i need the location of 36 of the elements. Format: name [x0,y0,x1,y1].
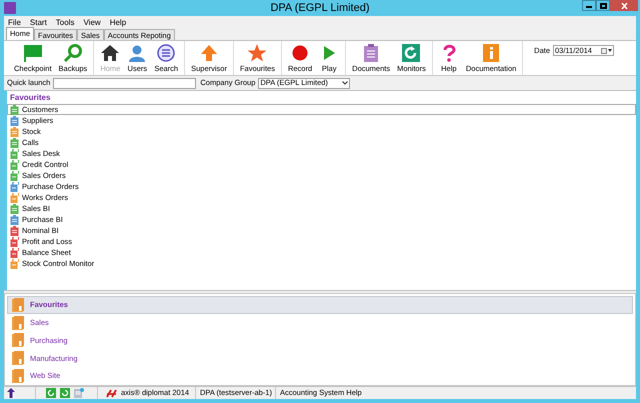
user-icon [127,44,148,62]
close-icon [620,2,628,8]
dropdown-icon [608,49,612,52]
logo-icon [106,388,117,398]
up-arrow-icon[interactable] [7,388,15,398]
info-book-icon [481,44,502,62]
menu-item[interactable]: Help [110,16,126,28]
app-logo-icon [4,2,16,14]
minimize-button[interactable] [582,0,596,11]
refresh-icon[interactable] [46,388,56,398]
favourites-heading: Favourites [9,92,52,104]
folder-icon [12,369,24,384]
chevron-icon [342,81,348,85]
menu-item[interactable]: Start [30,16,47,28]
record-icon [290,44,310,62]
menu-item[interactable]: Tools [56,16,74,28]
maximize-button[interactable] [596,0,610,11]
refresh-icon[interactable] [60,388,70,398]
document-icon[interactable] [74,388,84,398]
folder-icon [12,351,24,366]
quick-launch-field[interactable] [53,78,196,88]
magnifier-icon [62,44,83,62]
calendar-icon [601,48,607,54]
search-icon [156,44,176,62]
refresh-icon [401,44,422,62]
window-title: DPA (EGPL Limited) [269,1,371,16]
flag-icon [22,44,43,62]
star-icon [247,44,268,62]
folder-icon [12,333,24,348]
up-arrow-icon [199,44,220,62]
menu-item[interactable]: File [8,16,21,28]
close-button[interactable] [610,0,638,11]
folder-icon [12,316,24,330]
folder-icon [12,298,24,312]
home-icon [100,44,120,62]
menu-item[interactable]: View [83,16,101,28]
